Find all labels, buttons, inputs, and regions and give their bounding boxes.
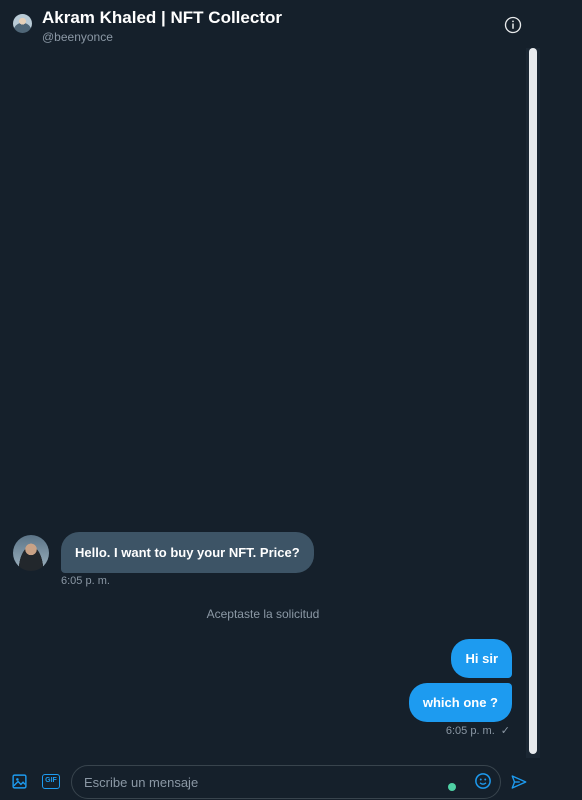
- scrollbar-thumb[interactable]: [529, 48, 537, 754]
- sent-check-icon: ✓: [500, 725, 510, 737]
- incoming-message-bubble[interactable]: Hello. I want to buy your NFT. Price?: [61, 532, 314, 573]
- right-panel: [540, 0, 582, 800]
- header-avatar[interactable]: [13, 14, 32, 33]
- send-icon[interactable]: [510, 773, 528, 791]
- message-input[interactable]: [84, 766, 434, 798]
- message-composer[interactable]: [71, 765, 501, 799]
- contact-handle: @beenyonce: [42, 30, 113, 44]
- contact-name[interactable]: Akram Khaled | NFT Collector: [42, 8, 282, 28]
- request-accepted-notice: Aceptaste la solicitud: [206, 607, 320, 621]
- incoming-message-time: 6:05 p. m.: [61, 575, 110, 587]
- info-icon[interactable]: [504, 16, 522, 34]
- outgoing-message-bubble[interactable]: Hi sir: [451, 639, 512, 678]
- sender-avatar[interactable]: [13, 535, 49, 571]
- gif-icon[interactable]: GIF: [42, 774, 60, 789]
- outgoing-message-bubble[interactable]: which one ?: [408, 683, 512, 722]
- conversation-header: Akram Khaled | NFT Collector @beenyonce: [0, 0, 540, 48]
- emoji-icon[interactable]: [474, 772, 492, 790]
- media-icon[interactable]: [11, 773, 28, 790]
- outgoing-time-text: 6:05 p. m.: [445, 725, 495, 737]
- status-dot: [448, 783, 456, 791]
- outgoing-message-time: 6:05 p. m. ✓: [446, 724, 510, 737]
